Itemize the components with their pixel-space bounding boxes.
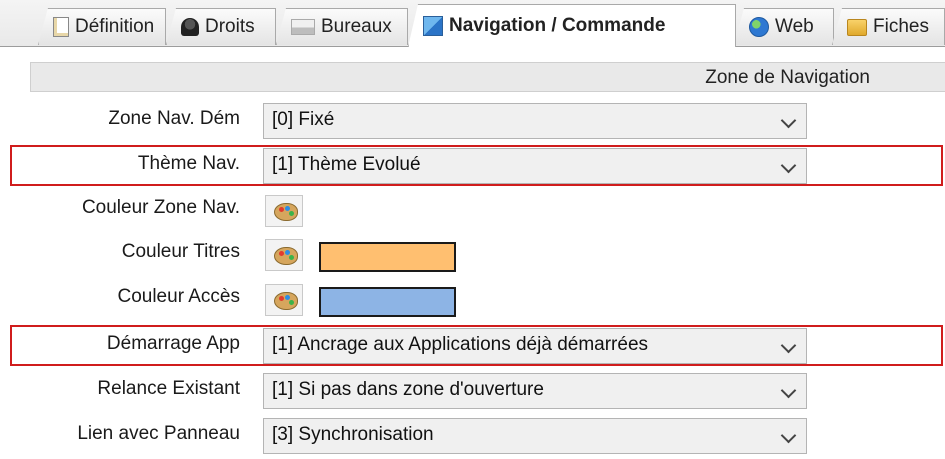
navigation-icon bbox=[423, 16, 443, 36]
tab-navigation-commande[interactable]: Navigation / Commande bbox=[408, 4, 736, 47]
couleur-acces-label: Couleur Accès bbox=[117, 286, 240, 307]
palette-icon bbox=[274, 292, 298, 310]
tab-label: Définition bbox=[75, 16, 155, 37]
desktop-icon bbox=[291, 19, 315, 35]
row-couleur-titres: Couleur Titres bbox=[0, 236, 945, 272]
row-relance-existant: Relance Existant [1] Si pas dans zone d'… bbox=[0, 373, 945, 409]
tab-droits[interactable]: Droits bbox=[166, 8, 276, 45]
couleur-titres-swatch[interactable] bbox=[319, 242, 456, 272]
lien-panneau-value: [3] Synchronisation bbox=[272, 424, 434, 445]
row-couleur-zone-nav: Couleur Zone Nav. bbox=[0, 192, 945, 228]
theme-nav-select[interactable]: [1] Thème Evolué bbox=[263, 148, 807, 184]
couleur-titres-picker-button[interactable] bbox=[265, 239, 303, 271]
tab-label: Navigation / Commande bbox=[449, 15, 666, 36]
document-icon bbox=[53, 17, 69, 37]
theme-nav-value: [1] Thème Evolué bbox=[272, 154, 421, 175]
palette-icon bbox=[274, 247, 298, 265]
couleur-zone-nav-picker-button[interactable] bbox=[265, 195, 303, 227]
relance-existant-value: [1] Si pas dans zone d'ouverture bbox=[272, 379, 544, 400]
row-couleur-acces: Couleur Accès bbox=[0, 281, 945, 317]
tab-label: Fiches bbox=[873, 16, 929, 37]
couleur-zone-nav-label: Couleur Zone Nav. bbox=[81, 197, 240, 218]
demarrage-app-select[interactable]: [1] Ancrage aux Applications déjà démarr… bbox=[263, 328, 807, 364]
chevron-down-icon bbox=[780, 157, 797, 174]
folder-icon bbox=[847, 18, 867, 36]
lien-panneau-select[interactable]: [3] Synchronisation bbox=[263, 418, 807, 454]
tab-bureaux[interactable]: Bureaux bbox=[276, 8, 408, 45]
tab-label: Droits bbox=[205, 16, 255, 37]
chevron-down-icon bbox=[780, 382, 797, 399]
relance-existant-select[interactable]: [1] Si pas dans zone d'ouverture bbox=[263, 373, 807, 409]
tab-definition[interactable]: Définition bbox=[38, 8, 166, 45]
section-header: Zone de Navigation bbox=[30, 62, 945, 92]
row-zone-nav-dem: Zone Nav. Dém [0] Fixé bbox=[0, 103, 945, 139]
row-lien-panneau: Lien avec Panneau [3] Synchronisation bbox=[0, 418, 945, 454]
chevron-down-icon bbox=[780, 427, 797, 444]
relance-existant-label: Relance Existant bbox=[97, 378, 240, 399]
couleur-titres-label: Couleur Titres bbox=[121, 241, 240, 262]
demarrage-app-label: Démarrage App bbox=[106, 333, 240, 354]
globe-icon bbox=[749, 17, 769, 37]
lien-panneau-label: Lien avec Panneau bbox=[77, 423, 240, 444]
row-theme-nav: Thème Nav. [1] Thème Evolué bbox=[0, 148, 945, 184]
theme-nav-label: Thème Nav. bbox=[137, 153, 240, 174]
zone-nav-dem-value: [0] Fixé bbox=[272, 109, 335, 130]
demarrage-app-value: [1] Ancrage aux Applications déjà démarr… bbox=[272, 334, 649, 355]
tab-web[interactable]: Web bbox=[734, 8, 834, 45]
user-icon bbox=[181, 18, 199, 36]
palette-icon bbox=[274, 203, 298, 221]
tab-fiches[interactable]: Fiches bbox=[832, 8, 945, 45]
section-title: Zone de Navigation bbox=[705, 67, 870, 88]
couleur-acces-picker-button[interactable] bbox=[265, 284, 303, 316]
tab-label: Bureaux bbox=[321, 16, 392, 37]
chevron-down-icon bbox=[780, 112, 797, 129]
couleur-acces-swatch[interactable] bbox=[319, 287, 456, 317]
zone-nav-dem-select[interactable]: [0] Fixé bbox=[263, 103, 807, 139]
chevron-down-icon bbox=[780, 337, 797, 354]
row-demarrage-app: Démarrage App [1] Ancrage aux Applicatio… bbox=[0, 328, 945, 364]
tab-label: Web bbox=[775, 16, 814, 37]
tab-strip: Définition Droits Bureaux Navigation / C… bbox=[0, 0, 945, 47]
zone-nav-dem-label: Zone Nav. Dém bbox=[108, 108, 240, 129]
